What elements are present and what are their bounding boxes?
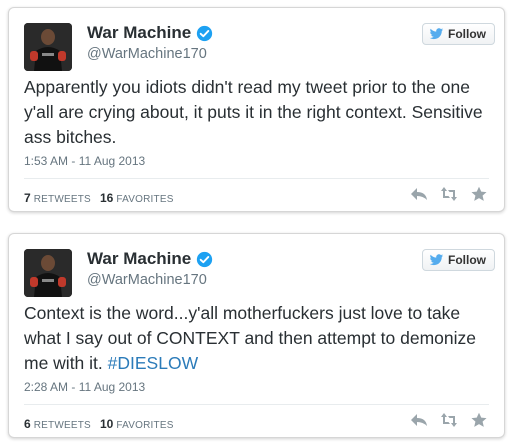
avatar[interactable]: [24, 249, 72, 297]
divider: [24, 404, 489, 405]
tweet-text: Context is the word...y'all motherfucker…: [24, 301, 494, 376]
tweet-actions: [410, 412, 488, 428]
twitter-bird-icon: [429, 254, 444, 266]
avatar[interactable]: [24, 23, 72, 71]
favorite-label: FAVORITES: [116, 194, 174, 205]
tweet-stats: 6 RETWEETS 10 FAVORITES: [24, 417, 174, 431]
verified-badge-icon: [197, 25, 213, 41]
reply-icon[interactable]: [410, 412, 428, 428]
retweet-label: RETWEETS: [33, 420, 91, 431]
follow-button[interactable]: Follow: [422, 249, 495, 271]
tweet-card: War Machine @WarMachine170 Follow Contex…: [8, 233, 505, 438]
display-name[interactable]: War Machine: [87, 249, 191, 269]
follow-label: Follow: [448, 27, 486, 41]
favorite-count[interactable]: 10: [100, 417, 113, 431]
favorite-count[interactable]: 16: [100, 191, 113, 205]
retweet-label: RETWEETS: [33, 194, 91, 205]
favorite-label: FAVORITES: [116, 420, 174, 431]
tweet-actions: [410, 186, 488, 202]
timestamp[interactable]: 1:53 AM - 11 Aug 2013: [24, 154, 145, 168]
divider: [24, 178, 489, 179]
display-name[interactable]: War Machine: [87, 23, 191, 43]
favorite-star-icon[interactable]: [470, 186, 488, 202]
screen-name[interactable]: @WarMachine170: [87, 46, 207, 62]
follow-button[interactable]: Follow: [422, 23, 495, 45]
retweet-count[interactable]: 7: [24, 191, 31, 205]
reply-icon[interactable]: [410, 186, 428, 202]
verified-badge-icon: [197, 251, 213, 267]
hashtag-link[interactable]: #DIESLOW: [108, 353, 198, 373]
timestamp[interactable]: 2:28 AM - 11 Aug 2013: [24, 380, 145, 394]
tweet-text: Apparently you idiots didn't read my twe…: [24, 75, 494, 150]
tweet-stats: 7 RETWEETS 16 FAVORITES: [24, 191, 174, 205]
retweet-count[interactable]: 6: [24, 417, 31, 431]
tweet-card: War Machine @WarMachine170 Follow Appare…: [8, 7, 505, 212]
retweet-icon[interactable]: [440, 186, 458, 202]
tweet-text-body: Apparently you idiots didn't read my twe…: [24, 77, 488, 147]
screen-name[interactable]: @WarMachine170: [87, 272, 207, 288]
twitter-bird-icon: [429, 28, 444, 40]
retweet-icon[interactable]: [440, 412, 458, 428]
follow-label: Follow: [448, 253, 486, 267]
favorite-star-icon[interactable]: [470, 412, 488, 428]
tweet-text-body: Context is the word...y'all motherfucker…: [24, 303, 481, 373]
